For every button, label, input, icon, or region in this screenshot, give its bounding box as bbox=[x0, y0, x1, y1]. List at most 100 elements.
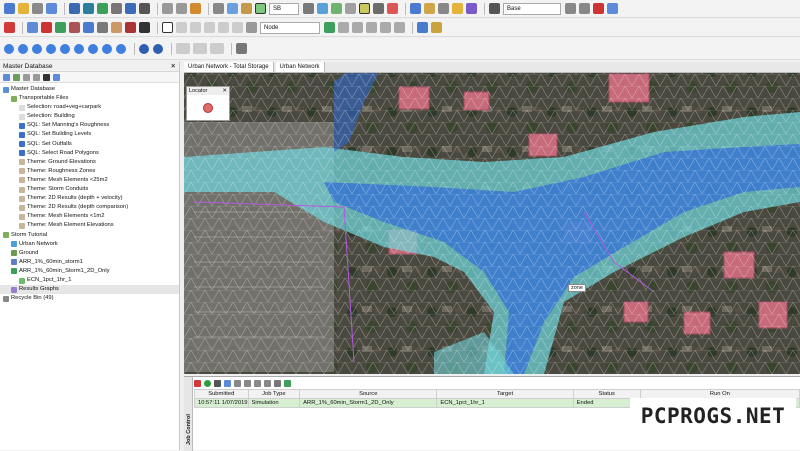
tree-item[interactable]: SQL: Set Building Levels bbox=[0, 130, 179, 139]
subcatchment-icon[interactable] bbox=[69, 22, 80, 33]
link-tool-icon[interactable] bbox=[41, 22, 52, 33]
tree-item[interactable]: Theme: 2D Results (depth comparison) bbox=[0, 203, 179, 212]
tools-icon[interactable] bbox=[431, 22, 442, 33]
playback-record-icon[interactable] bbox=[139, 43, 149, 54]
column-header[interactable]: Submitted bbox=[194, 389, 249, 399]
network-icon[interactable] bbox=[97, 3, 108, 14]
refresh-icon[interactable] bbox=[394, 22, 405, 33]
tree-item[interactable]: Selection: Building bbox=[0, 112, 179, 121]
tree-item[interactable]: Master Database bbox=[0, 85, 179, 94]
tree-item[interactable]: Theme: 2D Results (depth + velocity) bbox=[0, 194, 179, 203]
select-icon[interactable] bbox=[176, 22, 187, 33]
scenario-edit-icon[interactable] bbox=[579, 3, 590, 14]
playback-reverse-icon[interactable] bbox=[46, 43, 56, 54]
tree-item[interactable]: Theme: Ground Elevations bbox=[0, 158, 179, 167]
tree-item[interactable]: Urban Network bbox=[0, 240, 179, 249]
tree-item[interactable]: Ground bbox=[0, 249, 179, 258]
select-line-icon[interactable] bbox=[255, 3, 266, 14]
tree-item[interactable]: Results Graphs bbox=[0, 285, 179, 295]
object-type-select[interactable]: Node bbox=[260, 21, 320, 34]
cut-icon[interactable] bbox=[213, 3, 224, 14]
refresh-icon[interactable] bbox=[53, 73, 60, 81]
move-up-icon[interactable] bbox=[234, 379, 241, 387]
sort-icon[interactable] bbox=[33, 73, 40, 81]
select-poly-icon[interactable] bbox=[204, 22, 215, 33]
scenario-select[interactable]: Base bbox=[503, 2, 561, 15]
tree-item[interactable]: Transportable Files bbox=[0, 94, 179, 103]
square-icon[interactable] bbox=[373, 3, 384, 14]
monitor-icon[interactable] bbox=[236, 43, 247, 54]
playback-prev-icon[interactable] bbox=[18, 43, 28, 54]
undo-icon[interactable] bbox=[162, 3, 173, 14]
tree-item[interactable]: Theme: Mesh Elements <1m2 bbox=[0, 212, 179, 221]
export-icon[interactable] bbox=[284, 379, 291, 387]
tree-item[interactable]: Theme: Roughness Zones bbox=[0, 167, 179, 176]
column-header[interactable]: Source bbox=[299, 389, 438, 399]
table-icon[interactable] bbox=[46, 3, 57, 14]
ruler-icon[interactable] bbox=[345, 3, 356, 14]
playback-back-icon[interactable] bbox=[32, 43, 42, 54]
layers-icon[interactable] bbox=[466, 3, 477, 14]
zoom-extent-icon[interactable] bbox=[380, 22, 391, 33]
pen-icon[interactable] bbox=[190, 3, 201, 14]
node-icon[interactable] bbox=[27, 22, 38, 33]
locator-window[interactable]: Locator ✕ bbox=[186, 86, 230, 121]
zoom-in-icon[interactable] bbox=[352, 22, 363, 33]
copy-icon[interactable] bbox=[227, 3, 238, 14]
pan-icon[interactable] bbox=[338, 22, 349, 33]
tree-item[interactable]: Selection: road+veg+carpark bbox=[0, 103, 179, 112]
close-icon[interactable]: ✕ bbox=[171, 62, 179, 71]
select-box-icon[interactable] bbox=[190, 22, 201, 33]
globe-icon[interactable] bbox=[417, 22, 428, 33]
tree-item[interactable]: ARR_1%_60min_storm1 bbox=[0, 258, 179, 267]
link-icon[interactable] bbox=[303, 3, 314, 14]
flag-icon[interactable] bbox=[331, 3, 342, 14]
move-down-icon[interactable] bbox=[244, 379, 251, 387]
zoom-out-icon[interactable] bbox=[366, 22, 377, 33]
branch-icon[interactable] bbox=[55, 22, 66, 33]
results-icon[interactable] bbox=[224, 379, 231, 387]
graph-panel-icon[interactable] bbox=[176, 43, 190, 54]
move-bottom-icon[interactable] bbox=[264, 379, 271, 387]
truck-icon[interactable] bbox=[139, 3, 150, 14]
geoplan-map[interactable] bbox=[184, 62, 800, 374]
select-circle-icon[interactable] bbox=[218, 22, 229, 33]
chart-icon[interactable] bbox=[410, 3, 421, 14]
folder-icon[interactable] bbox=[452, 3, 463, 14]
tab-urban-network-total-storage[interactable]: Urban Network - Total Storage bbox=[184, 62, 274, 72]
close-icon[interactable]: ✕ bbox=[222, 87, 229, 95]
polygon-icon[interactable] bbox=[83, 22, 94, 33]
playback-play-icon[interactable] bbox=[74, 43, 84, 54]
playback-loop-icon[interactable] bbox=[153, 43, 163, 54]
tree-item[interactable]: ARR_1%_60min_Storm1_2D_Only bbox=[0, 267, 179, 276]
playback-next-icon[interactable] bbox=[102, 43, 112, 54]
playback-stop-icon[interactable] bbox=[60, 43, 70, 54]
table-select-icon[interactable] bbox=[246, 22, 257, 33]
new-icon[interactable] bbox=[4, 3, 15, 14]
tree-item[interactable]: Theme: Mesh Element Elevations bbox=[0, 221, 179, 230]
outfall-icon[interactable] bbox=[111, 22, 122, 33]
column-header[interactable]: Job Type bbox=[247, 389, 301, 399]
pointer-icon[interactable] bbox=[162, 22, 173, 33]
binoculars-icon[interactable] bbox=[43, 73, 50, 81]
scenario-add-icon[interactable] bbox=[565, 3, 576, 14]
find-icon[interactable] bbox=[324, 22, 335, 33]
tree-item[interactable]: Theme: Storm Conduits bbox=[0, 185, 179, 194]
wall-icon[interactable] bbox=[125, 22, 136, 33]
save-icon[interactable] bbox=[69, 3, 80, 14]
print-icon[interactable] bbox=[111, 3, 122, 14]
tree-item[interactable]: SQL: Set Manning's Roughness bbox=[0, 121, 179, 130]
move-top-icon[interactable] bbox=[254, 379, 261, 387]
job-control-tab[interactable]: Job Control bbox=[184, 377, 193, 451]
close-icon[interactable] bbox=[139, 22, 150, 33]
tree-item[interactable]: ECN_1pct_1hr_1 bbox=[0, 276, 179, 285]
tree-item[interactable]: SQL: Select Road Polygons bbox=[0, 149, 179, 158]
grid-panel-icon[interactable] bbox=[210, 43, 224, 54]
filter-icon[interactable] bbox=[23, 73, 30, 81]
cancel-job-icon[interactable] bbox=[194, 379, 201, 387]
validate-icon[interactable] bbox=[4, 22, 15, 33]
storage-icon[interactable] bbox=[97, 22, 108, 33]
grid-icon[interactable] bbox=[32, 3, 43, 14]
up-icon[interactable] bbox=[3, 73, 10, 81]
tree-item[interactable]: SQL: Set Outfalls bbox=[0, 140, 179, 149]
